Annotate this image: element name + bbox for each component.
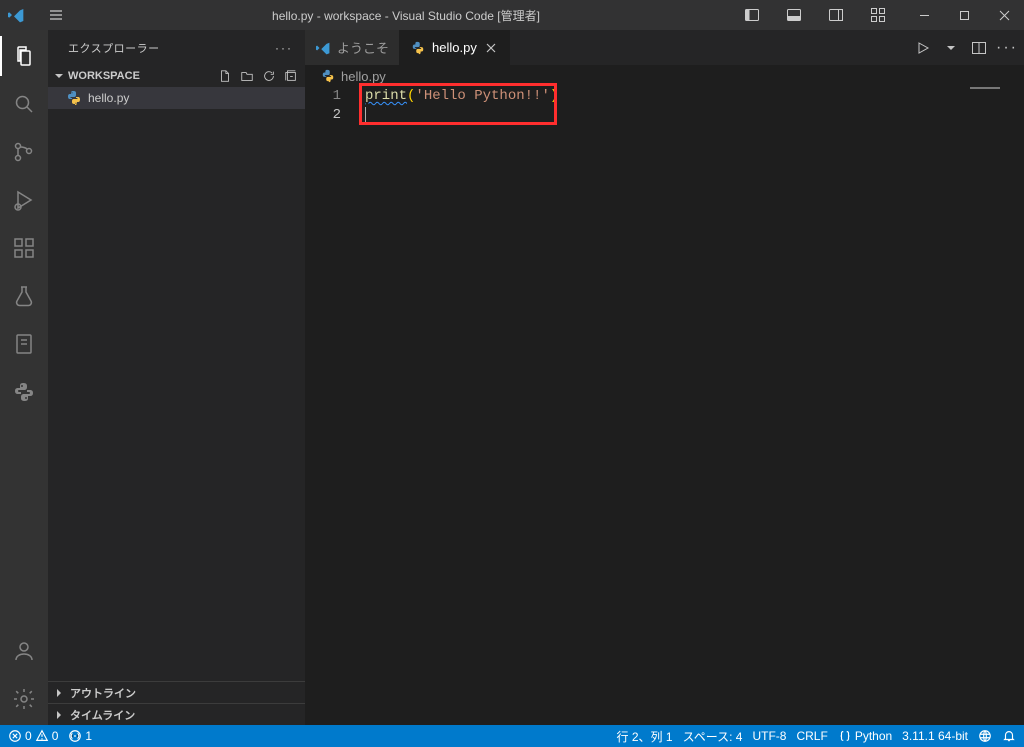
sidebar-explorer: エクスプローラー ··· WORKSPACE hello.py アウトラ — [48, 30, 305, 725]
chevron-right-icon — [52, 708, 66, 722]
customize-layout-icon[interactable] — [858, 0, 898, 30]
collapse-all-icon[interactable] — [283, 68, 299, 84]
activity-run-debug-icon[interactable] — [0, 180, 48, 220]
vertical-scrollbar[interactable] — [1010, 87, 1024, 725]
status-python-interpreter[interactable]: 3.11.1 64-bit — [902, 729, 968, 743]
outline-label: アウトライン — [70, 685, 136, 701]
tab-label: hello.py — [432, 40, 477, 55]
line-number: 2 — [305, 106, 341, 125]
chevron-right-icon — [52, 686, 66, 700]
toggle-primary-sidebar-icon[interactable] — [732, 0, 772, 30]
tab-welcome[interactable]: ようこそ — [305, 30, 400, 65]
activity-search-icon[interactable] — [0, 84, 48, 124]
status-problems[interactable]: 0 0 — [8, 729, 58, 743]
tab-hello-py[interactable]: hello.py — [400, 30, 510, 65]
main-area: エクスプローラー ··· WORKSPACE hello.py アウトラ — [0, 30, 1024, 725]
explorer-more-icon[interactable]: ··· — [275, 41, 293, 55]
line-number: 1 — [305, 87, 341, 106]
status-indentation[interactable]: スペース: 4 — [683, 728, 743, 745]
activity-notebook-icon[interactable] — [0, 324, 48, 364]
python-file-icon — [410, 40, 426, 56]
status-eol[interactable]: CRLF — [796, 729, 827, 743]
workspace-name: WORKSPACE — [68, 70, 140, 82]
activity-bar — [0, 30, 48, 725]
activity-settings-icon[interactable] — [0, 679, 48, 719]
file-name: hello.py — [88, 91, 129, 105]
status-feedback-icon[interactable] — [978, 729, 992, 743]
new-file-icon[interactable] — [217, 68, 233, 84]
annotation-highlight-box — [359, 83, 557, 125]
run-dropdown-icon[interactable] — [940, 37, 962, 59]
code-editor[interactable]: 1 2 print('Hello Python!!') — [305, 87, 1024, 125]
chevron-down-icon — [52, 69, 66, 83]
status-errors-count: 0 — [25, 729, 32, 743]
explorer-title: エクスプローラー — [68, 40, 160, 56]
window-title: hello.py - workspace - Visual Studio Cod… — [80, 7, 732, 24]
status-encoding[interactable]: UTF-8 — [752, 729, 786, 743]
titlebar: hello.py - workspace - Visual Studio Cod… — [0, 0, 1024, 30]
refresh-icon[interactable] — [261, 68, 277, 84]
timeline-label: タイムライン — [70, 707, 135, 723]
activity-explorer-icon[interactable] — [0, 36, 48, 76]
split-editor-icon[interactable] — [968, 37, 990, 59]
status-language-mode[interactable]: Python — [838, 729, 892, 743]
activity-python-env-icon[interactable] — [0, 372, 48, 412]
status-bar: 0 0 1 行 2、列 1 スペース: 4 UTF-8 CRLF Python … — [0, 725, 1024, 747]
toggle-secondary-sidebar-icon[interactable] — [816, 0, 856, 30]
maximize-button[interactable] — [944, 0, 984, 30]
python-file-icon — [66, 90, 82, 106]
workspace-header[interactable]: WORKSPACE — [48, 65, 305, 87]
new-folder-icon[interactable] — [239, 68, 255, 84]
explorer-header: エクスプローラー ··· — [48, 30, 305, 65]
activity-testing-icon[interactable] — [0, 276, 48, 316]
editor-more-icon[interactable]: ··· — [996, 37, 1018, 59]
breadcrumb-file: hello.py — [341, 69, 386, 84]
editor-title-actions: ··· — [912, 35, 1018, 60]
layout-controls — [732, 0, 904, 30]
status-ports[interactable]: 1 — [68, 729, 92, 743]
tab-label: ようこそ — [337, 38, 389, 57]
activity-source-control-icon[interactable] — [0, 132, 48, 172]
minimap[interactable] — [970, 87, 1010, 105]
close-button[interactable] — [984, 0, 1024, 30]
vscode-logo-icon — [0, 0, 32, 30]
status-warnings-count: 0 — [52, 729, 59, 743]
editor-area: ようこそ hello.py ··· hello.py 1 2 print('He… — [305, 30, 1024, 725]
line-numbers: 1 2 — [305, 87, 355, 125]
minimize-button[interactable] — [904, 0, 944, 30]
vscode-logo-icon — [315, 40, 331, 56]
status-notifications-icon[interactable] — [1002, 729, 1016, 743]
status-ports-count: 1 — [85, 729, 92, 743]
run-file-icon[interactable] — [912, 37, 934, 59]
file-item[interactable]: hello.py — [48, 87, 305, 109]
status-cursor-position[interactable]: 行 2、列 1 — [617, 728, 673, 745]
window-controls — [904, 0, 1024, 30]
activity-accounts-icon[interactable] — [0, 631, 48, 671]
toggle-panel-icon[interactable] — [774, 0, 814, 30]
close-tab-icon[interactable] — [483, 40, 499, 56]
activity-extensions-icon[interactable] — [0, 228, 48, 268]
outline-section[interactable]: アウトライン — [48, 681, 305, 703]
python-file-icon — [321, 69, 335, 83]
timeline-section[interactable]: タイムライン — [48, 703, 305, 725]
hamburger-menu-icon[interactable] — [32, 0, 80, 30]
